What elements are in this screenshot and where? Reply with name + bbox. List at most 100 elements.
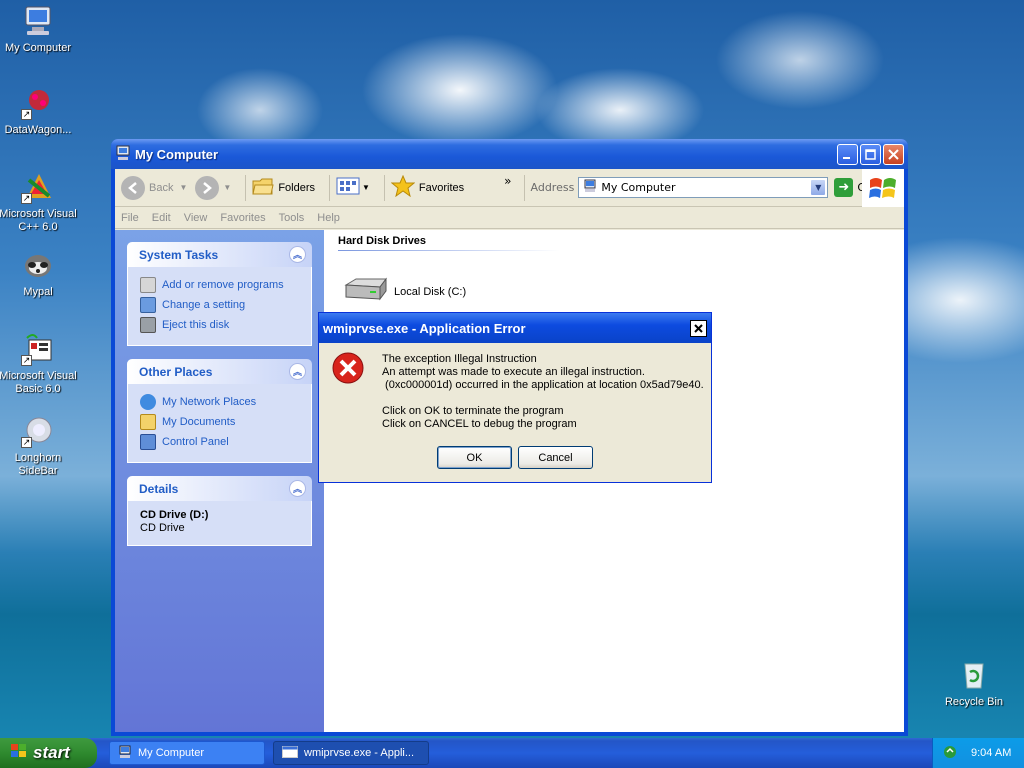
add-remove-programs-link[interactable]: Add or remove programs <box>140 275 301 295</box>
dialog-message: The exception Illegal Instruction An att… <box>382 353 704 430</box>
favorites-button[interactable]: Favorites <box>390 174 464 200</box>
task-pane: System Tasks ︽ Add or remove programs Ch… <box>115 230 324 732</box>
my-computer-small-icon <box>118 745 132 762</box>
toolbar-overflow-chevron[interactable]: » <box>504 174 511 188</box>
go-arrow-icon: ➜ <box>834 178 854 197</box>
menu-view[interactable]: View <box>184 212 208 224</box>
folders-button[interactable]: Folders <box>252 176 315 199</box>
system-tasks-header[interactable]: System Tasks ︽ <box>127 242 312 267</box>
my-network-places-link[interactable]: My Network Places <box>140 392 301 412</box>
start-button[interactable]: start <box>0 738 97 768</box>
back-label: Back <box>149 181 174 194</box>
taskbar-item-my-computer[interactable]: My Computer <box>109 741 265 765</box>
toolbar-separator <box>245 174 247 201</box>
toolbar-separator <box>523 174 525 201</box>
menu-tools[interactable]: Tools <box>279 212 305 224</box>
dialog-close-button[interactable] <box>690 319 707 337</box>
window-title: My Computer <box>135 146 219 162</box>
change-setting-link[interactable]: Change a setting <box>140 295 301 315</box>
dialog-title: wmiprvse.exe - Application Error <box>323 320 526 336</box>
tray-app-icon[interactable] <box>943 745 957 762</box>
close-icon <box>694 323 703 333</box>
recycle-bin-icon <box>957 658 991 692</box>
address-dropdown-button[interactable]: ▼ <box>810 179 827 196</box>
control-panel-setting-icon <box>140 297 156 313</box>
dialog-body: The exception Illegal Instruction An att… <box>319 343 711 431</box>
shortcut-arrow-icon: ↗ <box>21 193 32 204</box>
desktop-icon-my-computer[interactable]: My Computer <box>0 4 78 55</box>
minimize-icon <box>843 156 850 159</box>
back-arrow-icon <box>121 175 145 200</box>
control-panel-link[interactable]: Control Panel <box>140 432 301 452</box>
desktop-icon-mypal[interactable]: Mypal <box>0 248 78 299</box>
link-label: Control Panel <box>162 436 229 448</box>
application-error-dialog[interactable]: wmiprvse.exe - Application Error The exc… <box>318 312 712 483</box>
desktop-icon-visual-basic[interactable]: ↗ Microsoft Visual Basic 6.0 <box>0 332 78 396</box>
shortcut-arrow-icon: ↗ <box>21 109 32 120</box>
menu-help[interactable]: Help <box>317 212 340 224</box>
group-header: Hard Disk Drives <box>338 235 598 251</box>
visual-basic-icon: ↗ <box>21 332 55 366</box>
details-title: Details <box>139 481 179 496</box>
folder-icon <box>252 176 274 199</box>
address-value: My Computer <box>601 181 676 194</box>
window-icon <box>115 145 131 164</box>
details-header[interactable]: Details ︽ <box>127 476 312 501</box>
system-tasks-title: System Tasks <box>139 247 219 262</box>
other-places-header[interactable]: Other Places ︽ <box>127 359 312 384</box>
hard-drive-icon <box>342 275 388 308</box>
menu-edit[interactable]: Edit <box>152 212 171 224</box>
desktop-icon-label: Microsoft Visual Basic 6.0 <box>0 370 77 395</box>
maximize-button[interactable] <box>860 143 881 165</box>
details-item-type: CD Drive <box>140 522 185 534</box>
my-computer-icon <box>21 4 55 38</box>
taskbar-item-error-dialog[interactable]: wmiprvse.exe - Appli... <box>273 741 429 765</box>
desktop-icon-datawagon[interactable]: ↗ DataWagon... <box>0 86 78 137</box>
longhorn-sidebar-icon: ↗ <box>21 414 55 448</box>
address-bar[interactable]: My Computer ▼ <box>578 177 829 198</box>
shortcut-arrow-icon: ↗ <box>21 355 32 366</box>
link-label: My Documents <box>162 416 236 428</box>
menu-file[interactable]: File <box>121 212 139 224</box>
eject-disk-link[interactable]: Eject this disk <box>140 315 301 335</box>
link-label: Eject this disk <box>162 319 230 331</box>
menu-favorites[interactable]: Favorites <box>220 212 265 224</box>
views-dropdown-icon: ▼ <box>362 183 370 192</box>
clock[interactable]: 9:04 AM <box>971 747 1011 759</box>
details-body: CD Drive (D:) CD Drive <box>127 501 312 546</box>
back-dropdown-icon: ▼ <box>179 183 188 192</box>
collapse-chevron-icon[interactable]: ︽ <box>289 363 306 380</box>
desktop-icon-longhorn-sidebar[interactable]: ↗ Longhorn SideBar <box>0 414 78 478</box>
my-documents-link[interactable]: My Documents <box>140 412 301 432</box>
window-titlebar[interactable]: My Computer <box>111 139 908 169</box>
link-label: Add or remove programs <box>162 279 284 291</box>
eject-disk-icon <box>140 317 156 333</box>
desktop-icon-label: Microsoft Visual C++ 6.0 <box>0 208 77 233</box>
collapse-chevron-icon[interactable]: ︽ <box>289 246 306 263</box>
forward-button[interactable]: ▼ <box>195 175 232 200</box>
other-places-panel: Other Places ︽ My Network Places My Docu… <box>127 359 312 463</box>
back-button[interactable]: Back ▼ <box>121 175 188 200</box>
local-disk-item[interactable]: Local Disk (C:) <box>342 275 890 308</box>
details-panel: Details ︽ CD Drive (D:) CD Drive <box>127 476 312 546</box>
desktop-icon-recycle-bin[interactable]: Recycle Bin <box>934 658 1014 709</box>
favorites-star-icon <box>390 174 416 200</box>
dialog-titlebar[interactable]: wmiprvse.exe - Application Error <box>319 313 711 343</box>
windows-logo-icon <box>862 169 904 207</box>
windows-flag-icon <box>10 743 28 764</box>
my-documents-folder-icon <box>140 414 156 430</box>
close-button[interactable] <box>883 143 904 165</box>
ok-button[interactable]: OK <box>437 446 512 469</box>
views-button[interactable]: ▼ <box>336 176 370 199</box>
desktop-icon-label: Longhorn SideBar <box>14 452 62 477</box>
other-places-body: My Network Places My Documents Control P… <box>127 384 312 463</box>
collapse-chevron-icon[interactable]: ︽ <box>289 480 306 497</box>
standard-toolbar: Back ▼ ▼ Folders ▼ Favorites » Address M… <box>115 169 904 207</box>
minimize-button[interactable] <box>837 143 858 165</box>
forward-dropdown-icon: ▼ <box>223 183 232 192</box>
desktop-icon-visual-cpp[interactable]: ↗ Microsoft Visual C++ 6.0 <box>0 170 78 234</box>
cancel-button[interactable]: Cancel <box>518 446 593 469</box>
network-places-icon <box>140 394 156 410</box>
control-panel-icon <box>140 434 156 450</box>
forward-arrow-icon <box>195 175 220 200</box>
